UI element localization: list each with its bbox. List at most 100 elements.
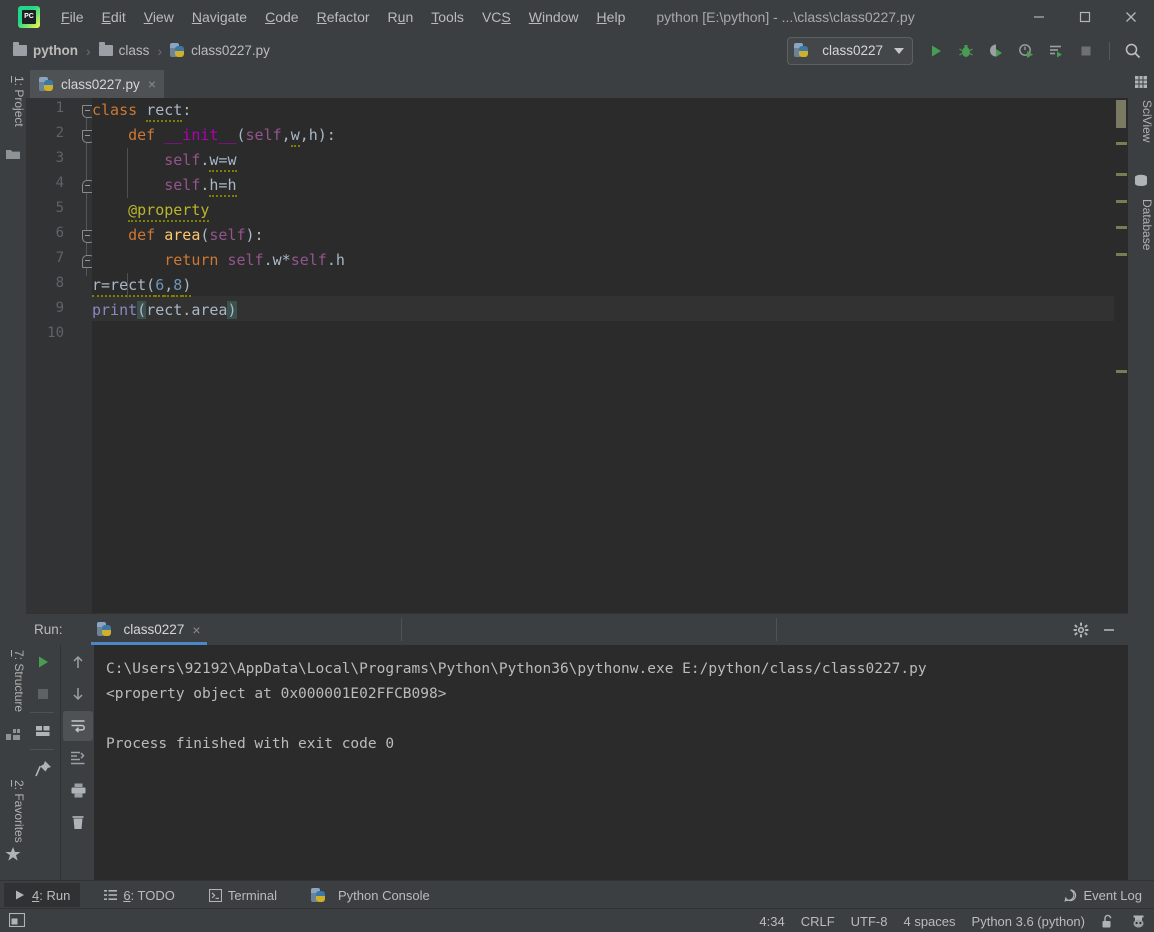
code-token: w [290, 126, 300, 147]
console-output[interactable]: C:\Users\92192\AppData\Local\Programs\Py… [94, 645, 1128, 881]
run-tab-label: class0227 [123, 622, 185, 637]
code-token: .h [326, 251, 345, 269]
code-token: ) [182, 276, 192, 297]
breadcrumb-item-class[interactable]: class [96, 41, 153, 60]
stop-icon[interactable] [1073, 38, 1099, 64]
unlocked-icon[interactable] [1101, 914, 1115, 929]
warning-marker[interactable] [1116, 173, 1127, 176]
editor-tab-class0227[interactable]: class0227.py × [30, 70, 164, 100]
close-icon[interactable] [1108, 0, 1154, 33]
menu-item-help[interactable]: Help [588, 6, 635, 28]
down-icon[interactable] [63, 679, 93, 709]
code-line-5: @property [92, 198, 210, 223]
line-separator[interactable]: CRLF [801, 914, 835, 929]
menu-item-refactor[interactable]: Refactor [308, 6, 379, 28]
menu-item-vcs[interactable]: VCS [473, 6, 520, 28]
menu-item-window[interactable]: Window [520, 6, 588, 28]
file-encoding[interactable]: UTF-8 [851, 914, 888, 929]
pin-icon[interactable] [28, 753, 58, 783]
structure-icon [5, 726, 21, 742]
inspector-hector-icon[interactable] [1131, 914, 1146, 929]
close-icon[interactable]: × [192, 622, 200, 638]
run-icon[interactable] [923, 38, 949, 64]
run-configuration-selector[interactable]: class0227 [787, 36, 913, 65]
warning-marker[interactable] [1116, 142, 1127, 145]
tab-terminal[interactable]: Terminal [199, 883, 287, 907]
run-coverage-icon[interactable] [983, 38, 1009, 64]
breadcrumb: python › class › class0227.py [10, 41, 273, 60]
menu-item-code[interactable]: Code [256, 6, 307, 28]
code-token: , [164, 276, 174, 297]
breadcrumb-separator: › [86, 42, 91, 59]
rerun-icon[interactable] [28, 647, 58, 677]
tab-python-console[interactable]: Python Console [301, 883, 440, 907]
warning-marker[interactable] [1116, 253, 1127, 256]
menu-item-file[interactable]: File [52, 6, 93, 28]
sidebar-item-database[interactable]: Database [1128, 193, 1154, 256]
code-token: ): [245, 226, 264, 244]
indent-setting[interactable]: 4 spaces [903, 914, 955, 929]
sidebar-item-favorites[interactable]: 2: Favorites [0, 774, 26, 849]
sciview-grid-icon [1133, 74, 1149, 90]
event-log-button[interactable]: Event Log [1064, 888, 1142, 903]
editor-gutter[interactable]: 1 2 3 4 5 6 7 8 9 10 [26, 98, 95, 613]
print-icon[interactable] [63, 775, 93, 805]
pycharm-logo-icon: PC [18, 5, 40, 28]
warning-marker[interactable] [1116, 370, 1127, 373]
profile-icon[interactable] [1013, 38, 1039, 64]
code-line-4: self.h=h [92, 173, 237, 198]
layout-icon[interactable] [28, 716, 58, 746]
code-line-1: class rect: [92, 98, 191, 123]
menu-item-edit[interactable]: Edit [93, 6, 135, 28]
layout-toggle-icon[interactable] [9, 913, 25, 929]
minimize-icon[interactable] [1016, 0, 1062, 33]
breadcrumb-item-python[interactable]: python [10, 41, 81, 60]
run-panel-label: Run: [34, 622, 63, 637]
maximize-icon[interactable] [1062, 0, 1108, 33]
hide-panel-icon[interactable] [1096, 617, 1122, 643]
event-log-icon [1064, 888, 1077, 902]
line-number: 3 [55, 150, 64, 166]
code-token: 8 [173, 276, 183, 297]
sidebar-item-sciview[interactable]: SciView [1128, 94, 1154, 148]
database-icon [1133, 173, 1149, 189]
clear-all-icon[interactable] [63, 807, 93, 837]
menu-item-run[interactable]: Run [379, 6, 423, 28]
stop-icon[interactable] [28, 679, 58, 709]
scrollbar-thumb[interactable] [1116, 100, 1126, 128]
menu-item-tools[interactable]: Tools [422, 6, 473, 28]
scroll-to-end-icon[interactable] [63, 743, 93, 773]
run-tab-class0227[interactable]: class0227 × [90, 614, 207, 645]
code-text-area[interactable]: class rect: def __init__(self,w,h): self… [92, 98, 1128, 613]
python-icon [96, 622, 112, 637]
menu-item-navigate[interactable]: Navigate [183, 6, 256, 28]
sidebar-item-project[interactable]: 1: Project [0, 70, 26, 133]
folder-icon [13, 42, 27, 56]
close-icon[interactable]: × [148, 76, 156, 92]
window-title: python [E:\python] - ...\class\class0227… [656, 8, 915, 25]
project-folder-icon [5, 146, 21, 162]
caret-position[interactable]: 4:34 [759, 914, 784, 929]
tab-run[interactable]: 4: Run [4, 883, 81, 907]
menu-item-view[interactable]: View [135, 6, 183, 28]
settings-gear-icon[interactable] [1068, 617, 1094, 643]
soft-wrap-icon[interactable] [63, 711, 93, 741]
run-with-console-icon[interactable] [1043, 38, 1069, 64]
sidebar-item-structure[interactable]: 7: Structure [0, 644, 26, 718]
run-actions-toolbar [26, 645, 60, 881]
warning-marker[interactable] [1116, 200, 1127, 203]
code-token: self [164, 151, 201, 169]
editor-scrollbar[interactable] [1114, 98, 1128, 613]
python-interpreter[interactable]: Python 3.6 (python) [972, 914, 1085, 929]
run-toolbar [923, 38, 1146, 64]
line-number: 1 [55, 100, 64, 116]
tab-todo[interactable]: 6: TODO [94, 883, 185, 907]
search-icon[interactable] [1120, 38, 1146, 64]
code-token: class [92, 101, 147, 119]
breadcrumb-item-file[interactable]: class0227.py [167, 41, 273, 60]
code-line-3: self.w=w [92, 148, 237, 173]
up-icon[interactable] [63, 647, 93, 677]
code-line-7: return self.w*self.h [92, 248, 345, 273]
debug-icon[interactable] [953, 38, 979, 64]
warning-marker[interactable] [1116, 226, 1127, 229]
